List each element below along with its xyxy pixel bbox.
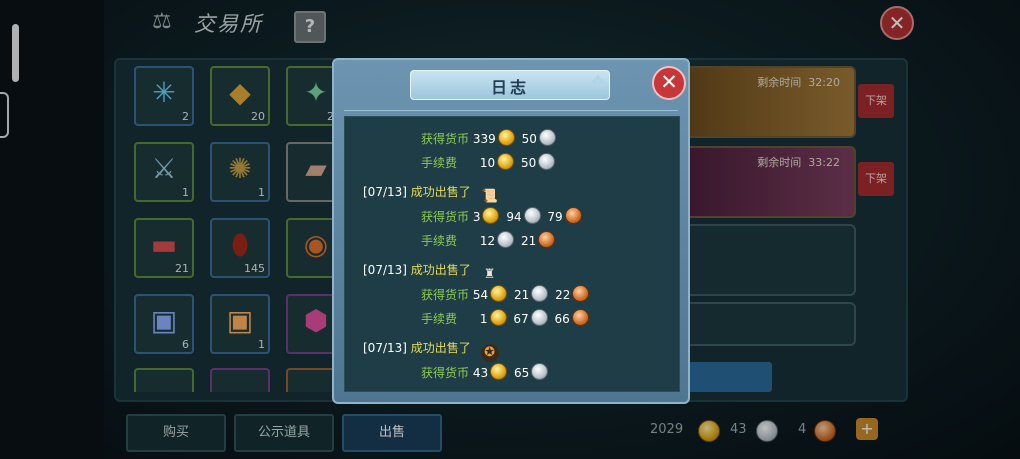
silver-coin-icon (497, 231, 515, 248)
gold-value: 10 (479, 156, 496, 170)
gold-value: 1 (479, 312, 488, 326)
divider (344, 110, 678, 111)
gold-coin-icon (490, 363, 508, 380)
copper-value: 21 (521, 234, 537, 248)
gold-value: 339 (472, 132, 496, 146)
silver-value: 50 (521, 156, 537, 170)
silver-value: 50 (521, 132, 537, 146)
silver-value: 12 (479, 234, 496, 248)
copper-coin-icon (572, 285, 590, 302)
fee-label: 手续费 (421, 234, 458, 248)
earned-row: 获得货币 3 94 79 (421, 207, 585, 225)
earned-label: 获得货币 (421, 210, 470, 224)
silver-coin-icon (530, 309, 548, 326)
log-list[interactable]: 获得货币 339 50 手续费 10 50 [07/13] 成功出售了 📜 获得… (344, 116, 680, 392)
silver-value: 94 (506, 210, 522, 224)
earned-row: 获得货币 339 50 (421, 129, 559, 147)
silver-value: 21 (513, 288, 530, 302)
gold-coin-icon (489, 309, 507, 326)
gold-value: 3 (472, 210, 481, 224)
gold-coin-icon (490, 285, 508, 302)
fee-label: 手续费 (421, 156, 458, 170)
sale-row: [07/13] 成功出售了 ✪ (363, 339, 505, 362)
earned-row: 获得货币 43 65 (421, 363, 551, 381)
copper-value: 22 (555, 288, 571, 302)
scroll-item-icon: 📜 (481, 189, 498, 204)
earned-row: 获得货币 54 21 22 (421, 285, 592, 303)
sale-date: [07/13] (363, 185, 407, 199)
fee-row: 手续费 1 67 66 (421, 309, 592, 327)
sale-row: [07/13] 成功出售了 ♜ (363, 261, 505, 282)
silver-coin-icon (538, 129, 556, 146)
silver-coin-icon (531, 363, 549, 380)
dialog-title: 日志 (490, 78, 529, 97)
silver-coin-icon (538, 153, 556, 170)
gold-coin-icon (497, 153, 515, 170)
silver-value: 67 (513, 312, 529, 326)
close-dialog-button[interactable]: ✕ (652, 66, 686, 100)
gold-coin-icon (482, 207, 500, 224)
dialog-header: 日志 (410, 70, 610, 100)
log-dialog: ❖ 日志 ❖ ✕ 获得货币 339 50 手续费 10 50 [07/13] 成… (332, 58, 690, 404)
gold-value: 54 (472, 288, 489, 302)
copper-coin-icon (571, 309, 589, 326)
fee-row: 手续费 10 50 (421, 153, 558, 171)
gold-coin-icon (497, 129, 515, 146)
sale-row: [07/13] 成功出售了 📜 (363, 183, 505, 204)
silver-coin-icon (531, 285, 549, 302)
earned-label: 获得货币 (421, 132, 470, 146)
medal-item-icon: ✪ (480, 344, 499, 362)
copper-value: 66 (554, 312, 570, 326)
fee-row: 手续费 12 21 (421, 231, 558, 249)
sold-label: 成功出售了 (410, 263, 471, 277)
figure-item-icon: ♜ (483, 267, 496, 282)
copper-value: 79 (547, 210, 563, 224)
sold-label: 成功出售了 (410, 185, 471, 199)
sale-date: [07/13] (363, 341, 407, 355)
sale-date: [07/13] (363, 263, 407, 277)
copper-coin-icon (564, 207, 582, 224)
silver-value: 65 (513, 366, 530, 380)
earned-label: 获得货币 (421, 288, 470, 302)
copper-coin-icon (538, 231, 556, 248)
ornament-right-icon: ❖ (590, 72, 607, 93)
fee-label: 手续费 (421, 312, 458, 326)
earned-label: 获得货币 (421, 366, 470, 380)
gold-value: 43 (472, 366, 489, 380)
sold-label: 成功出售了 (410, 341, 471, 355)
silver-coin-icon (523, 207, 541, 224)
